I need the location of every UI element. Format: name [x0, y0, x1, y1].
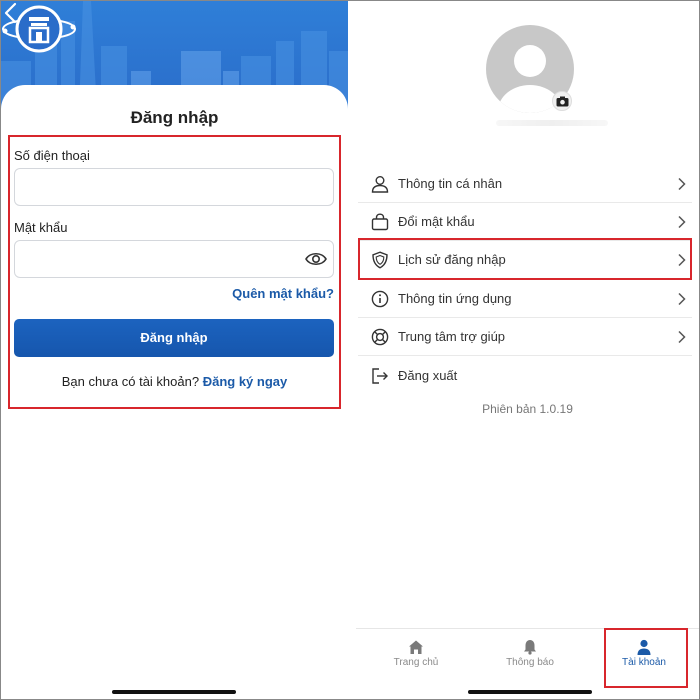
login-history-highlight-box [358, 238, 692, 280]
menu-label: Trung tâm trợ giúp [398, 329, 506, 344]
menu-item-help-center[interactable]: Trung tâm trợ giúp [358, 318, 692, 356]
bag-icon [371, 213, 389, 231]
account-screen: Thông tin cá nhân Đổi mật khẩu Lịch sử đ… [356, 1, 699, 699]
menu-label: Đổi mật khẩu [398, 214, 475, 229]
menu-label: Thông tin cá nhân [398, 176, 503, 191]
tab-home[interactable]: Trang chủ [360, 629, 472, 689]
home-indicator [468, 690, 592, 694]
chevron-right-icon [678, 177, 686, 191]
menu-item-change-password[interactable]: Đổi mật khẩu [358, 203, 692, 241]
chevron-right-icon [678, 330, 686, 344]
tab-notifications[interactable]: Thông báo [474, 629, 586, 689]
camera-button[interactable] [552, 91, 572, 111]
bell-icon [524, 640, 536, 655]
logout-icon [372, 368, 388, 384]
lifebuoy-icon [371, 328, 389, 346]
menu-label: Thông tin ứng dụng [398, 291, 512, 306]
chevron-right-icon [678, 215, 686, 229]
info-icon [371, 290, 389, 308]
login-screen: Đăng nhập Số điện thoại Mật khẩu Quên mậ… [1, 1, 348, 699]
menu-item-app-info[interactable]: Thông tin ứng dụng [358, 280, 692, 318]
app-logo-icon [2, 5, 76, 53]
account-tab-highlight-box [604, 628, 688, 688]
app-version: Phiên bản 1.0.19 [482, 402, 573, 416]
home-icon [409, 640, 423, 654]
camera-icon [556, 96, 569, 107]
form-highlight-box [8, 135, 341, 409]
user-name-placeholder [496, 120, 608, 126]
home-indicator [112, 690, 236, 694]
user-icon [371, 176, 389, 193]
screenshot-root: Đăng nhập Số điện thoại Mật khẩu Quên mậ… [0, 0, 700, 700]
menu-label: Đăng xuất [398, 368, 458, 383]
menu-item-personal-info[interactable]: Thông tin cá nhân [358, 165, 692, 203]
page-title: Đăng nhập [130, 108, 219, 127]
tab-label: Trang chủ [393, 657, 439, 668]
chevron-right-icon [678, 292, 686, 306]
tab-label: Thông báo [506, 657, 554, 668]
menu-item-logout[interactable]: Đăng xuất [358, 357, 692, 395]
bottom-tab-bar: Trang chủ Thông báo Tài khoản [356, 628, 699, 699]
